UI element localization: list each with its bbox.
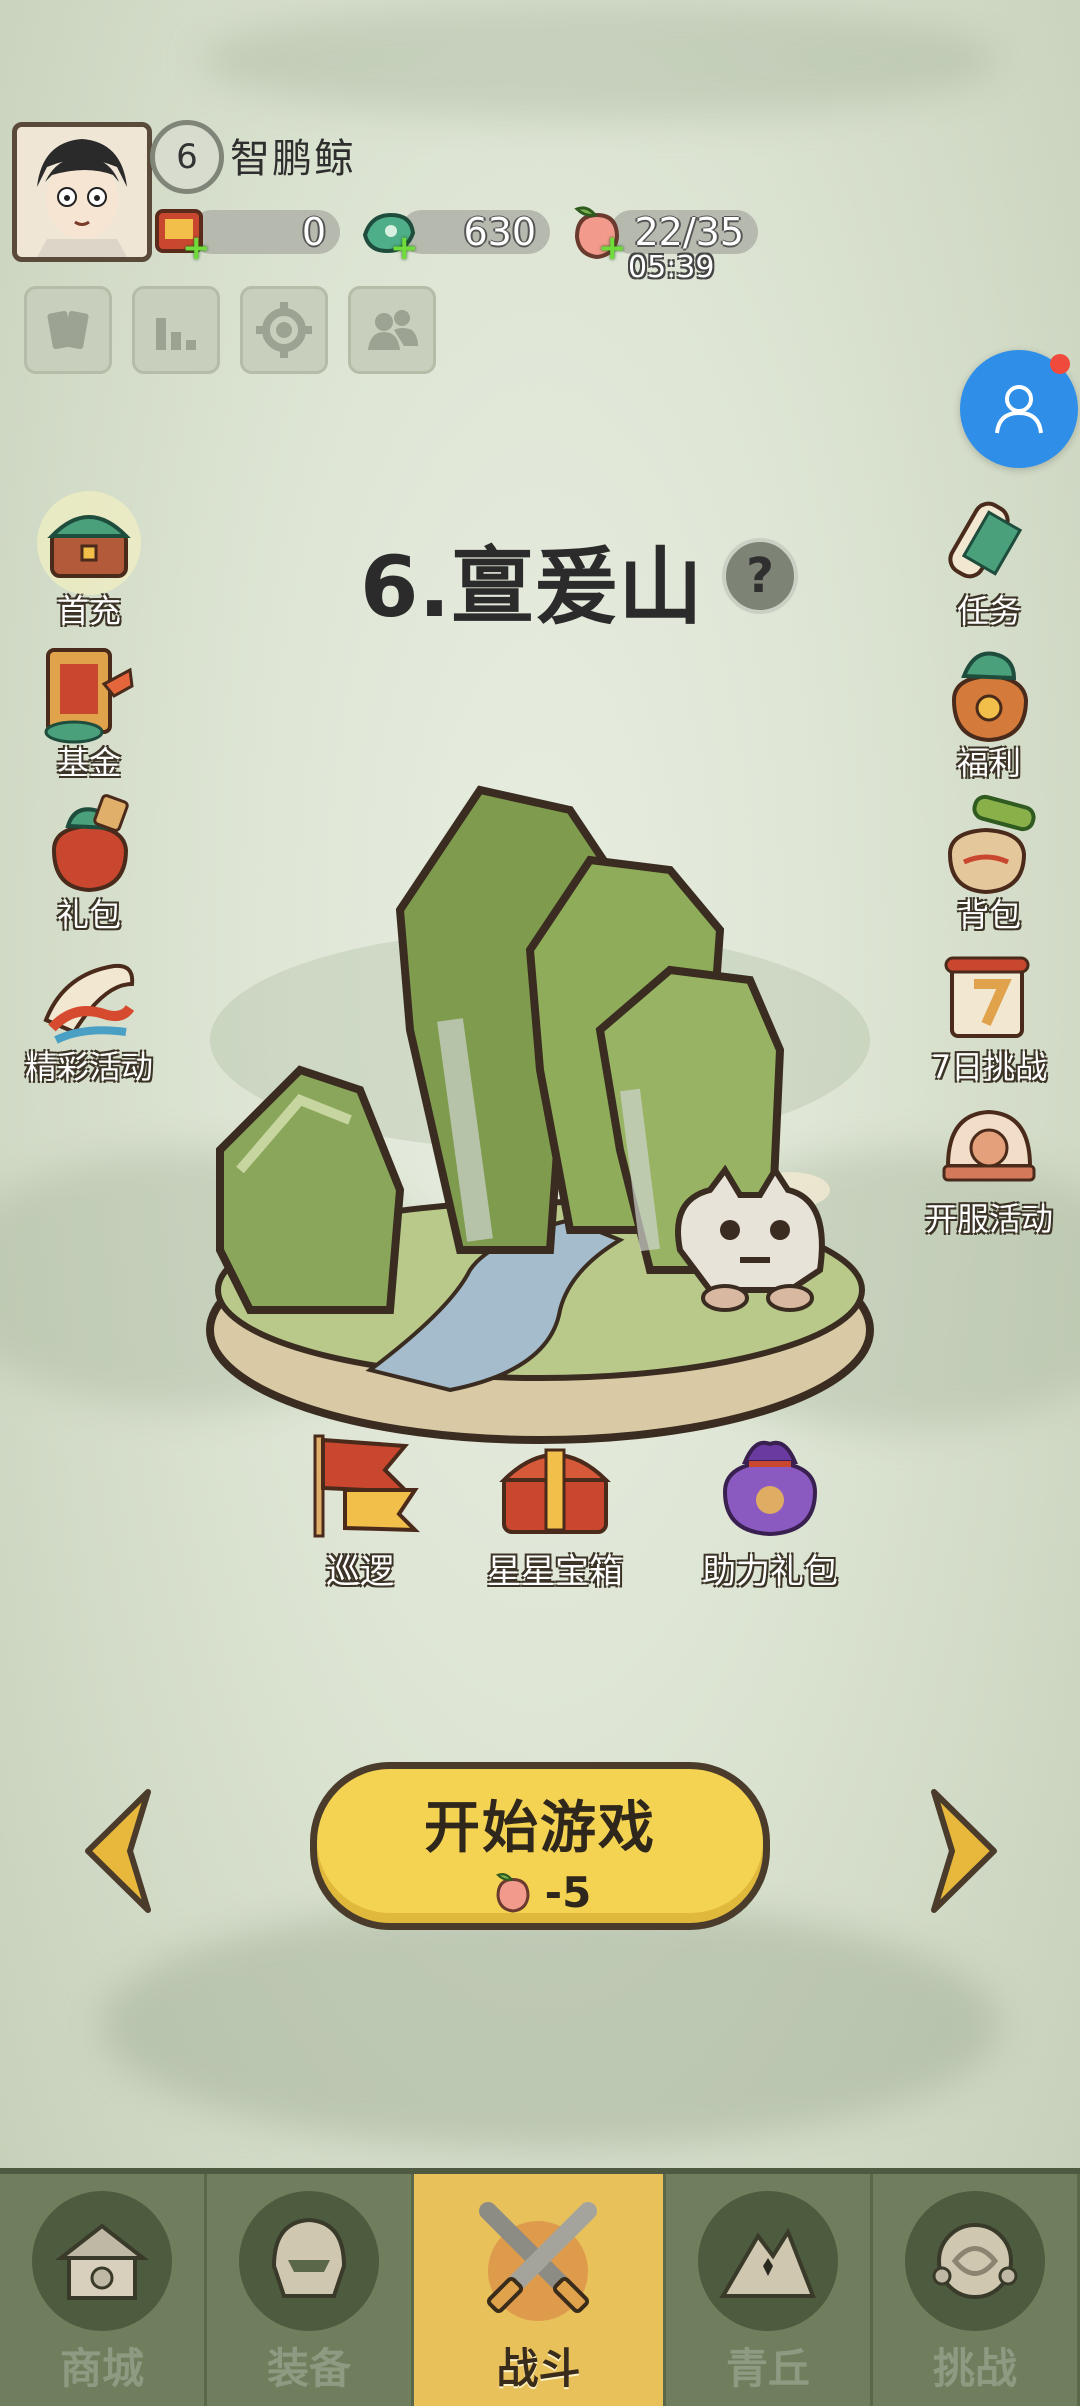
tab-battle[interactable]: 战斗 (414, 2174, 666, 2406)
mountain-icon (697, 2191, 838, 2331)
tab-label-equipment: 装备 (267, 2344, 352, 2393)
bottom-nav: 商城 装备 战斗 青丘 挑战 (0, 2168, 1080, 2406)
scroll-events-icon (34, 944, 144, 1054)
side-item-backpack[interactable]: 背包 (914, 792, 1064, 936)
tab-challenge[interactable]: 挑战 (873, 2174, 1080, 2406)
player-level-badge: 6 (150, 120, 224, 194)
reward-star-chest[interactable]: 星星宝箱 (475, 1430, 635, 1593)
helmet-icon (239, 2191, 380, 2331)
cards-icon (47, 311, 89, 349)
friends-icon (368, 310, 418, 350)
stage-title: 6.亶爰山 (360, 538, 703, 636)
user-icon (995, 385, 1043, 434)
reward-label-star-chest: 星星宝箱 (487, 1552, 623, 1592)
reward-assist-pack[interactable]: 助力礼包 (675, 1430, 865, 1593)
tab-label-challenge: 挑战 (932, 2344, 1017, 2393)
start-game-cost: -5 (317, 1868, 763, 1917)
tab-label-battle: 战斗 (496, 2344, 581, 2393)
side-item-gift-pack[interactable]: 礼包 (14, 792, 164, 936)
side-item-welfare[interactable]: 福利 (914, 640, 1064, 784)
chevron-right-icon (931, 1789, 997, 1913)
start-game-button[interactable]: 开始游戏 -5 (310, 1762, 770, 1930)
start-cost-value: -5 (544, 1868, 592, 1917)
gift-bag-icon (34, 792, 144, 902)
stamina-resource-bar: 22/35 (610, 210, 758, 254)
player-name: 智鹏鲸 (230, 136, 356, 182)
service-float-button[interactable] (960, 350, 1078, 468)
tab-label-shop: 商城 (60, 2344, 145, 2393)
jade-value: 630 (463, 210, 536, 254)
tab-qingqiu[interactable]: 青丘 (666, 2174, 873, 2406)
tab-shop[interactable]: 商城 (0, 2174, 208, 2406)
ranking-icon (156, 318, 196, 350)
gear-icon (256, 302, 312, 358)
side-item-server-event[interactable]: 开服活动 (914, 1096, 1064, 1240)
ticket-icon[interactable]: + (146, 198, 216, 268)
ranking-button[interactable] (132, 286, 220, 374)
prev-stage-arrow[interactable] (78, 1786, 158, 1916)
seven-day-scroll-icon (934, 944, 1044, 1054)
stamina-timer: 05:39 (628, 250, 715, 285)
player-level: 6 (176, 137, 198, 177)
reward-patrol[interactable]: 巡逻 (280, 1430, 440, 1593)
tab-label-qingqiu: 青丘 (725, 2344, 810, 2393)
welfare-bag-icon (934, 640, 1044, 750)
server-event-icon (934, 1096, 1044, 1206)
side-item-tasks[interactable]: 任务 (914, 488, 1064, 632)
friends-button[interactable] (348, 286, 436, 374)
crossed-swords-icon (468, 2191, 608, 2331)
side-item-7day-challenge[interactable]: 7日挑战 (914, 944, 1064, 1088)
stamina-value: 22/35 (634, 210, 744, 254)
peach-icon (495, 1872, 530, 1913)
fund-book-icon (34, 640, 144, 750)
reward-label-assist-pack: 助力礼包 (702, 1552, 838, 1592)
star-chest-icon (499, 1448, 611, 1534)
challenge-orb-icon (904, 2191, 1045, 2331)
cards-button[interactable] (24, 286, 112, 374)
player-avatar[interactable] (12, 122, 152, 262)
backpack-icon (934, 792, 1044, 902)
task-scroll-icon (934, 488, 1044, 598)
jade-icon[interactable]: + (354, 198, 424, 268)
reward-label-patrol: 巡逻 (326, 1552, 394, 1592)
side-item-events[interactable]: 精彩活动 (14, 944, 164, 1088)
help-symbol: ? (746, 548, 774, 604)
treasure-chest-icon (34, 488, 144, 598)
chevron-left-icon (85, 1789, 151, 1913)
side-item-fund[interactable]: 基金 (14, 640, 164, 784)
settings-button[interactable] (240, 286, 328, 374)
stamina-add-icon[interactable]: + (598, 231, 627, 265)
avatar-portrait (17, 127, 147, 257)
start-game-label: 开始游戏 (424, 1796, 656, 1861)
purple-bag-icon (722, 1440, 818, 1537)
peach-icon[interactable]: + (562, 198, 632, 268)
help-icon[interactable]: ? (722, 538, 798, 614)
side-item-first-recharge[interactable]: 首充 (14, 488, 164, 632)
flag-icon (313, 1434, 420, 1538)
jade-add-icon[interactable]: + (390, 231, 419, 265)
ticket-add-icon[interactable]: + (182, 231, 211, 265)
tab-equipment[interactable]: 装备 (207, 2174, 415, 2406)
notification-dot (1050, 354, 1070, 374)
shop-icon (32, 2191, 172, 2331)
ticket-value: 0 (301, 210, 326, 254)
next-stage-arrow[interactable] (924, 1786, 1004, 1916)
